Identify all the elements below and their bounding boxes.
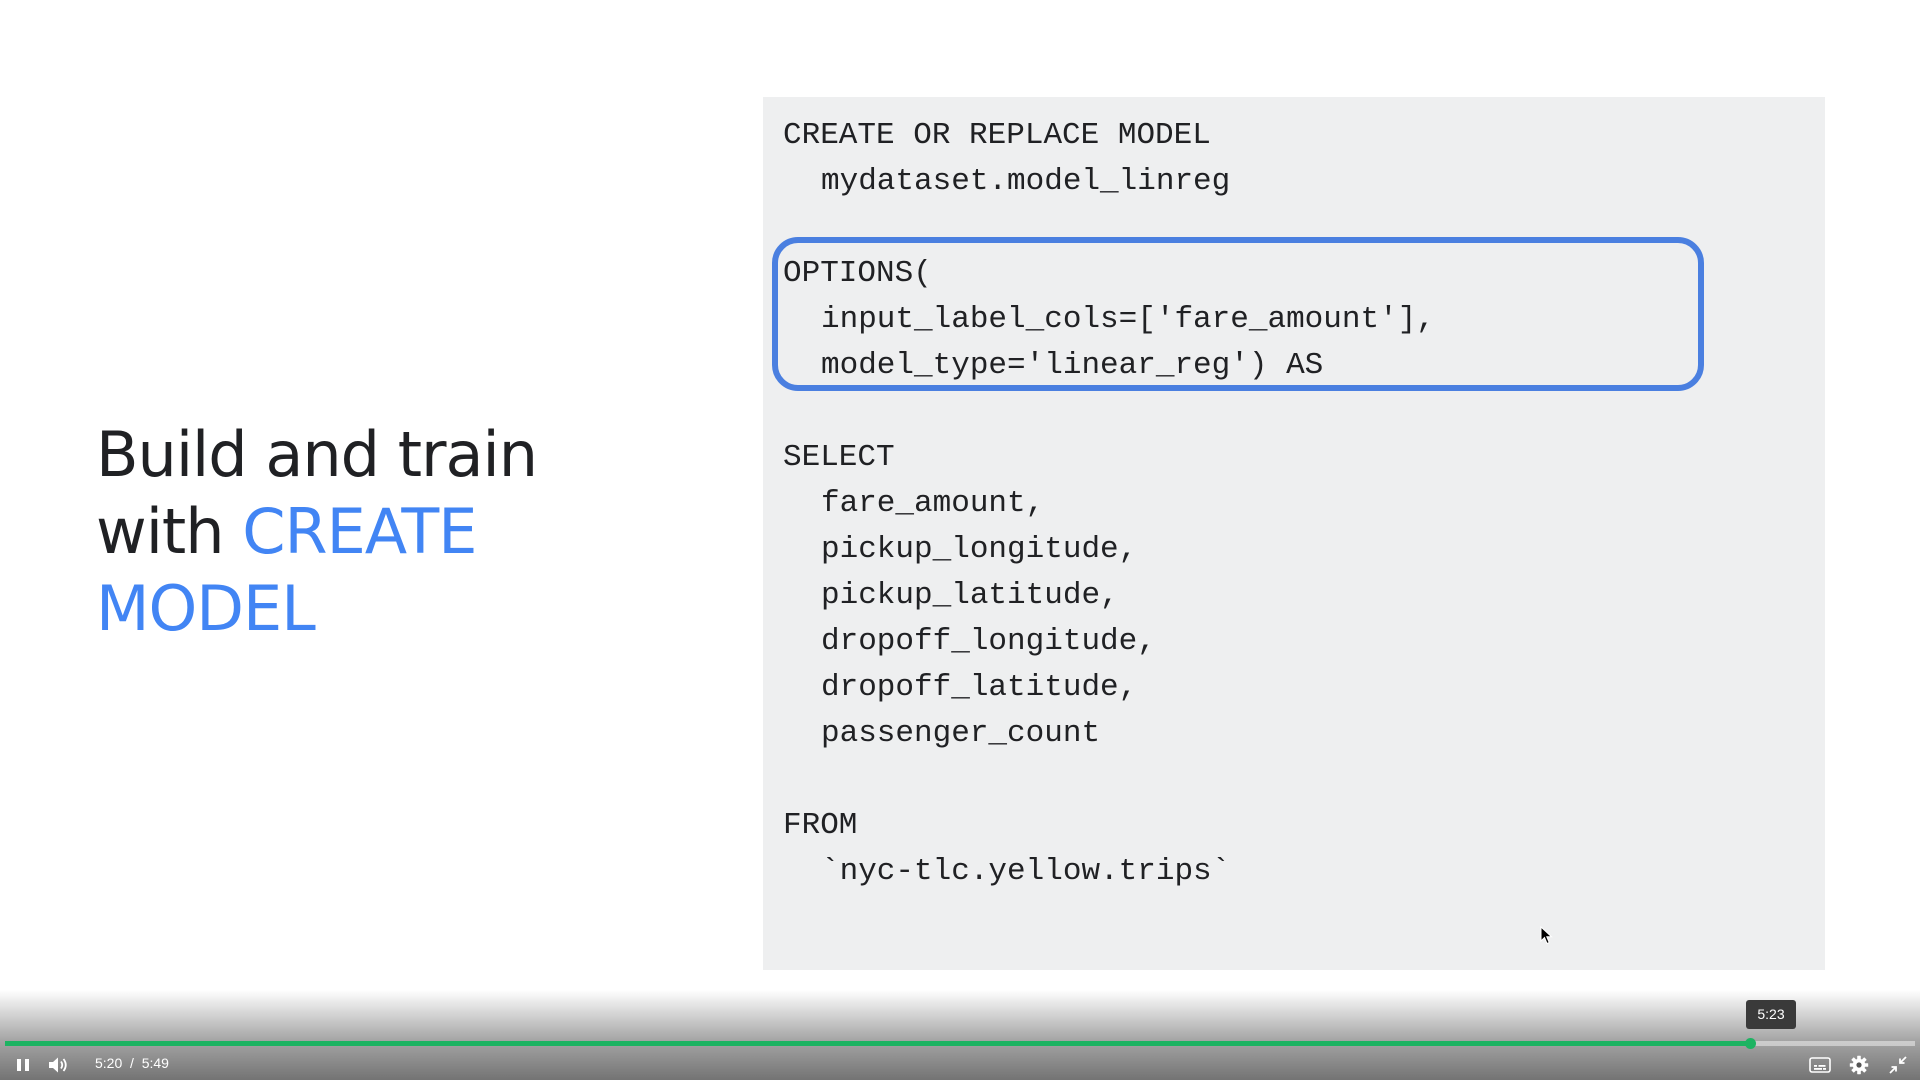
heading-accent-model: MODEL — [96, 572, 316, 645]
code-line-input-label-cols: input_label_cols=['fare_amount'], — [821, 302, 1435, 337]
code-line-create: CREATE OR REPLACE MODEL — [783, 118, 1211, 153]
code-line-select: SELECT — [783, 440, 895, 475]
code-line-pickup-latitude: pickup_latitude, — [821, 578, 1119, 613]
time-display: 5:20 / 5:49 — [95, 1053, 169, 1073]
pause-icon — [17, 1059, 29, 1071]
heading-line-1: Build and train — [96, 418, 538, 491]
captions-button[interactable] — [1806, 1052, 1834, 1078]
time-separator: / — [130, 1055, 134, 1071]
current-time: 5:20 — [95, 1055, 123, 1071]
code-line-dropoff-longitude: dropoff_longitude, — [821, 624, 1156, 659]
volume-button[interactable] — [45, 1052, 73, 1078]
code-line-pickup-longitude: pickup_longitude, — [821, 532, 1138, 567]
heading-accent-create: CREATE — [242, 495, 477, 568]
sql-code-panel: CREATE OR REPLACE MODEL mydataset.model_… — [763, 97, 1825, 970]
progress-fill — [5, 1041, 1751, 1046]
exit-fullscreen-icon — [1889, 1056, 1907, 1074]
hover-time-tooltip: 5:23 — [1746, 1000, 1796, 1029]
captions-icon — [1809, 1057, 1831, 1073]
heading-line-2-prefix: with — [96, 495, 243, 568]
exit-fullscreen-button[interactable] — [1884, 1052, 1912, 1078]
code-line-from: FROM — [783, 808, 858, 843]
settings-icon — [1849, 1055, 1869, 1075]
volume-icon — [49, 1057, 67, 1073]
settings-button[interactable] — [1845, 1052, 1873, 1078]
code-line-fare-amount: fare_amount, — [821, 486, 1045, 521]
heading-line-2: with CREATE — [96, 493, 656, 570]
duration: 5:49 — [141, 1055, 169, 1071]
code-line-model-name: mydataset.model_linreg — [821, 164, 1231, 199]
video-frame[interactable]: Build and train with CREATE MODEL CREATE… — [0, 0, 1920, 1080]
code-line-table: `nyc-tlc.yellow.trips` — [821, 854, 1231, 889]
code-line-model-type: model_type='linear_reg') AS — [821, 348, 1324, 383]
player-controls-bar — [0, 990, 1920, 1080]
code-line-options: OPTIONS( — [783, 256, 932, 291]
code-line-dropoff-latitude: dropoff_latitude, — [821, 670, 1138, 705]
progress-bar[interactable] — [5, 1038, 1915, 1049]
pause-button[interactable] — [9, 1052, 37, 1078]
code-line-passenger-count: passenger_count — [821, 716, 1101, 751]
slide-heading: Build and train with CREATE MODEL — [96, 416, 656, 647]
mouse-cursor-icon — [1540, 926, 1553, 945]
